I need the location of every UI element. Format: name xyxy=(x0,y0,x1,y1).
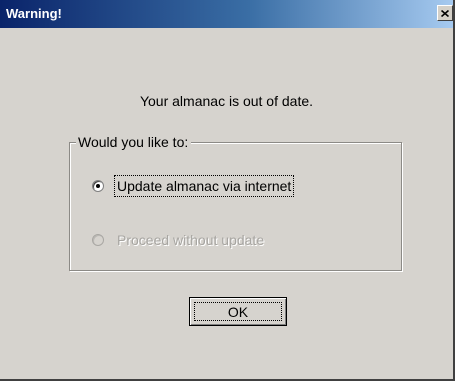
radio-dot xyxy=(96,184,100,188)
options-group-label: Would you like to: xyxy=(76,133,192,151)
radio-button-disabled xyxy=(92,234,104,246)
warning-dialog: Warning! Your almanac is out of date. Wo… xyxy=(0,0,455,381)
radio-update-label[interactable]: Update almanac via internet xyxy=(114,175,295,197)
radio-proceed-without-update: Proceed without update xyxy=(92,229,267,251)
radio-button-selected[interactable] xyxy=(92,180,104,192)
title-bar[interactable]: Warning! xyxy=(0,0,453,28)
ok-button-label: OK xyxy=(227,303,249,320)
close-icon xyxy=(441,9,449,17)
warning-message: Your almanac is out of date. xyxy=(139,93,314,109)
options-groupbox xyxy=(69,142,402,271)
radio-proceed-label: Proceed without update xyxy=(117,232,265,248)
close-button[interactable] xyxy=(437,5,453,21)
window-title: Warning! xyxy=(6,6,62,21)
ok-button[interactable]: OK xyxy=(189,297,287,326)
radio-update-almanac[interactable]: Update almanac via internet xyxy=(92,175,295,197)
